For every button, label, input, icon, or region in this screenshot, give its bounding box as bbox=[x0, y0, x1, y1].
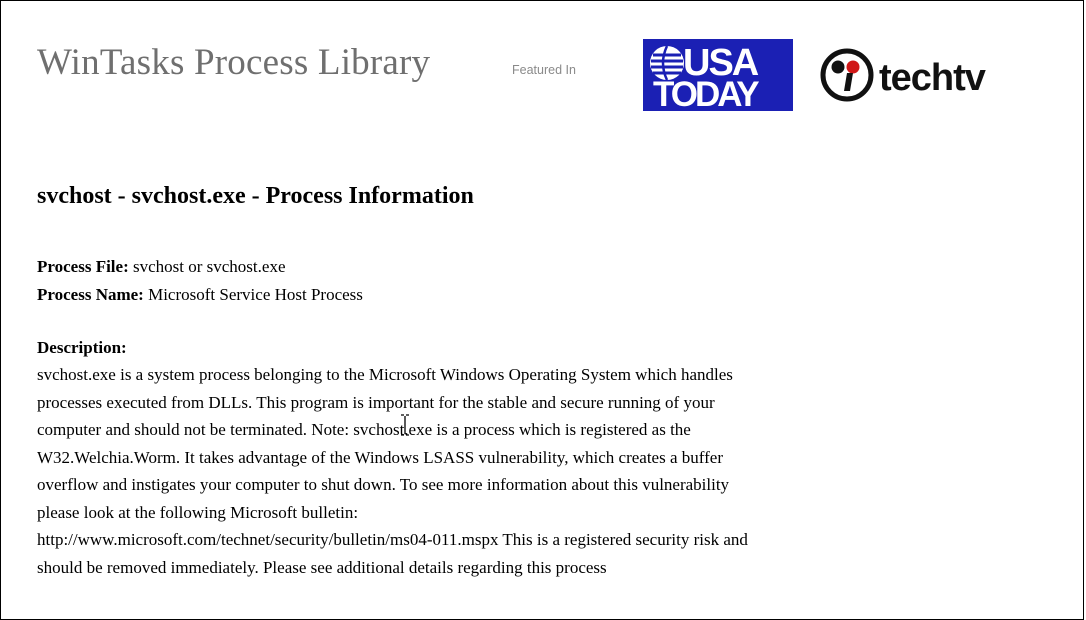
description-line: processes executed from DLLs. This progr… bbox=[37, 392, 715, 412]
process-file-label: Process File: bbox=[37, 257, 129, 276]
site-header: WinTasks Process Library Featured In USA… bbox=[37, 31, 1057, 113]
description-line: please look at the following Microsoft b… bbox=[37, 502, 359, 522]
description-line: W32.Welchia.Worm. It takes advantage of … bbox=[37, 447, 723, 467]
text-cursor-icon bbox=[401, 414, 409, 436]
usa-logo-word-today: TODAY bbox=[653, 75, 759, 111]
description-text: svchost.exe is a system process belongin… bbox=[37, 361, 1067, 581]
bulletin-link-line[interactable]: http://www.microsoft.com/technet/securit… bbox=[37, 526, 1067, 554]
page-title: svchost - svchost.exe - Process Informat… bbox=[37, 183, 474, 209]
featured-in-label: Featured In bbox=[512, 63, 576, 77]
site-title: WinTasks Process Library bbox=[37, 42, 431, 83]
process-file-value: svchost or svchost.exe bbox=[128, 257, 286, 276]
process-name-row: Process Name: Microsoft Service Host Pro… bbox=[37, 281, 1077, 309]
process-facts: Process File: svchost or svchost.exe Pro… bbox=[37, 253, 1077, 309]
description-line: should be removed immediately. Please se… bbox=[37, 557, 607, 577]
usa-today-logo: USA TODAY bbox=[643, 39, 793, 111]
usa-today-logo-graphic: USA TODAY bbox=[643, 39, 793, 111]
process-file-row: Process File: svchost or svchost.exe bbox=[37, 253, 1077, 281]
description-line: overflow and instigates your computer to… bbox=[37, 475, 730, 494]
description-label: Description: bbox=[37, 338, 127, 357]
description-line: computer and should not be terminated. N… bbox=[37, 420, 691, 439]
techtv-mark-icon bbox=[820, 48, 874, 102]
techtv-logo-graphic: techtv bbox=[820, 48, 987, 102]
description-line: svchost.exe is a system process belongin… bbox=[37, 365, 733, 384]
techtv-logo: techtv bbox=[819, 45, 1039, 105]
techtv-wordmark: techtv bbox=[879, 57, 986, 99]
process-name-value: Microsoft Service Host Process bbox=[143, 285, 363, 304]
process-name-label: Process Name: bbox=[37, 285, 144, 304]
page-frame: WinTasks Process Library Featured In USA… bbox=[0, 0, 1084, 620]
process-info-content: svchost - svchost.exe - Process Informat… bbox=[37, 179, 1077, 581]
